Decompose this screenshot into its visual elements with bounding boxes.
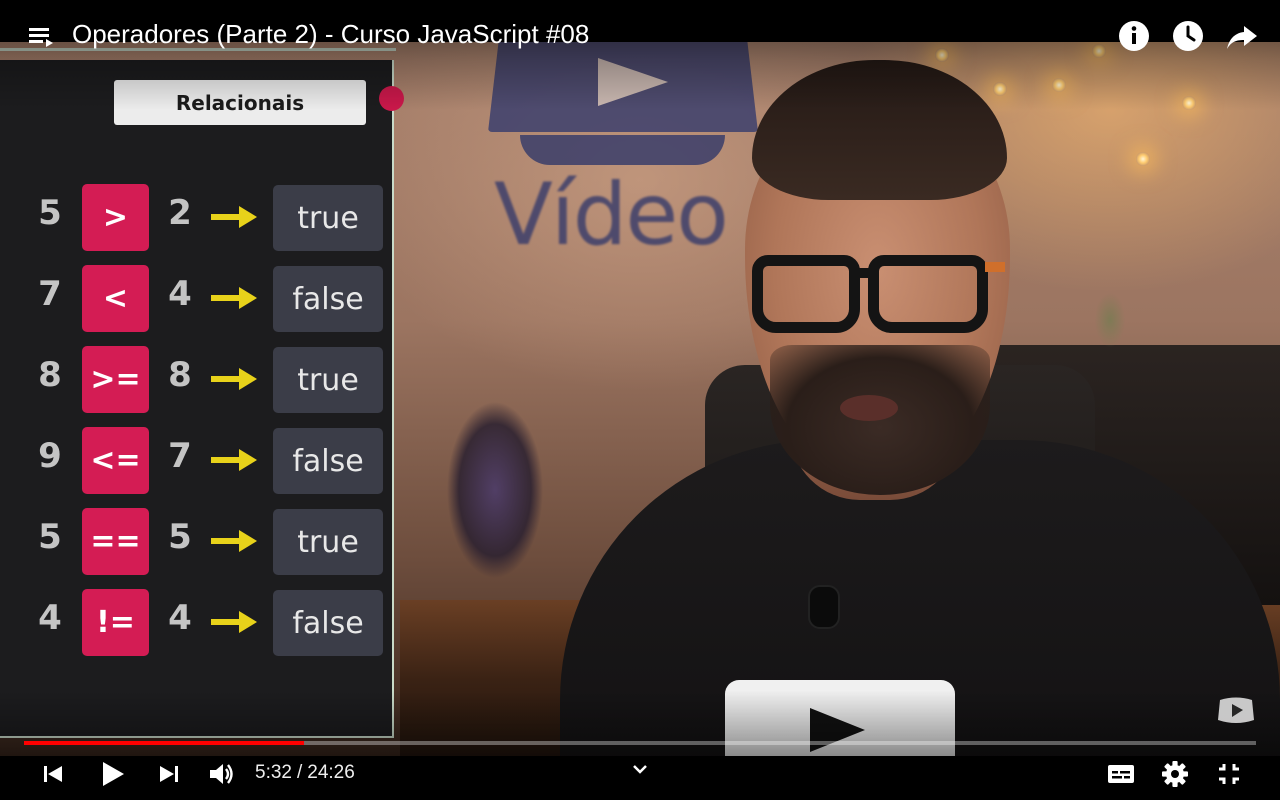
glasses-right-lens bbox=[868, 255, 988, 333]
arrow-right-icon bbox=[211, 206, 257, 228]
operator-row: 8 >= 8 true bbox=[0, 346, 396, 414]
result-value: true bbox=[273, 185, 383, 251]
operator-symbol: <= bbox=[82, 427, 149, 494]
result-value: false bbox=[273, 428, 383, 494]
left-operand: 5 bbox=[38, 517, 62, 557]
action-figure bbox=[420, 370, 570, 610]
next-icon[interactable] bbox=[151, 758, 187, 790]
progress-bar[interactable] bbox=[24, 741, 1256, 745]
glasses-bridge bbox=[856, 268, 872, 278]
left-operand: 5 bbox=[38, 193, 62, 233]
channel-watermark-icon[interactable] bbox=[1214, 690, 1258, 730]
operator-symbol: > bbox=[82, 184, 149, 251]
time-separator: / bbox=[296, 762, 303, 783]
video-player[interactable]: Vídeo Relacionais 5>2true7<4false8>=8tru… bbox=[0, 0, 1280, 800]
exit-fullscreen-icon[interactable] bbox=[1211, 758, 1247, 790]
operator-row: 5 >2 true bbox=[0, 184, 396, 252]
play-icon[interactable] bbox=[94, 758, 130, 790]
operator-row: 7 <4 false bbox=[0, 265, 396, 333]
small-figure bbox=[1090, 285, 1130, 355]
arrow-right-icon bbox=[211, 287, 257, 309]
duration: 24:26 bbox=[307, 762, 355, 783]
playlist-icon[interactable] bbox=[28, 24, 54, 50]
left-operand: 7 bbox=[38, 274, 62, 314]
arrow-right-icon bbox=[211, 530, 257, 552]
right-operand: 8 bbox=[168, 355, 192, 395]
arrow-right-icon bbox=[211, 611, 257, 633]
arrow-right-icon bbox=[211, 449, 257, 471]
left-operand: 9 bbox=[38, 436, 62, 476]
previous-icon[interactable] bbox=[35, 758, 71, 790]
operator-row: 4 != 4 false bbox=[0, 589, 396, 657]
glasses-left-lens bbox=[752, 255, 860, 333]
operator-symbol: != bbox=[82, 589, 149, 656]
background-logo-book bbox=[520, 135, 725, 165]
presenter-mouth bbox=[840, 395, 898, 421]
glasses-arm bbox=[985, 262, 1005, 272]
operator-symbol: < bbox=[82, 265, 149, 332]
time-display: 5:32/24:26 bbox=[255, 762, 355, 784]
info-icon[interactable] bbox=[1116, 18, 1152, 54]
result-value: false bbox=[273, 590, 383, 656]
share-icon[interactable] bbox=[1224, 18, 1260, 54]
operator-symbol: == bbox=[82, 508, 149, 575]
operator-row: 9 <= 7 false bbox=[0, 427, 396, 495]
volume-icon[interactable] bbox=[204, 758, 240, 790]
left-operand: 8 bbox=[38, 355, 62, 395]
settings-icon[interactable] bbox=[1157, 758, 1193, 790]
result-value: true bbox=[273, 347, 383, 413]
operator-row: 5 == 5 true bbox=[0, 508, 396, 576]
progress-played bbox=[24, 741, 304, 745]
chevron-down-icon[interactable] bbox=[629, 761, 651, 779]
video-title[interactable]: Operadores (Parte 2) - Curso JavaScript … bbox=[72, 19, 589, 50]
lamp bbox=[1136, 152, 1150, 166]
result-value: true bbox=[273, 509, 383, 575]
captions-icon[interactable] bbox=[1103, 758, 1139, 790]
background-logo-text: Vídeo bbox=[494, 165, 729, 265]
right-operand: 5 bbox=[168, 517, 192, 557]
lapel-mic bbox=[808, 585, 840, 629]
result-value: false bbox=[273, 266, 383, 332]
right-operand: 4 bbox=[168, 598, 192, 638]
right-operand: 4 bbox=[168, 274, 192, 314]
right-operand: 2 bbox=[168, 193, 192, 233]
operator-symbol: >= bbox=[82, 346, 149, 413]
arrow-right-icon bbox=[211, 368, 257, 390]
left-operand: 4 bbox=[38, 598, 62, 638]
watch-later-icon[interactable] bbox=[1170, 18, 1206, 54]
right-operand: 7 bbox=[168, 436, 192, 476]
current-time: 5:32 bbox=[255, 762, 292, 783]
